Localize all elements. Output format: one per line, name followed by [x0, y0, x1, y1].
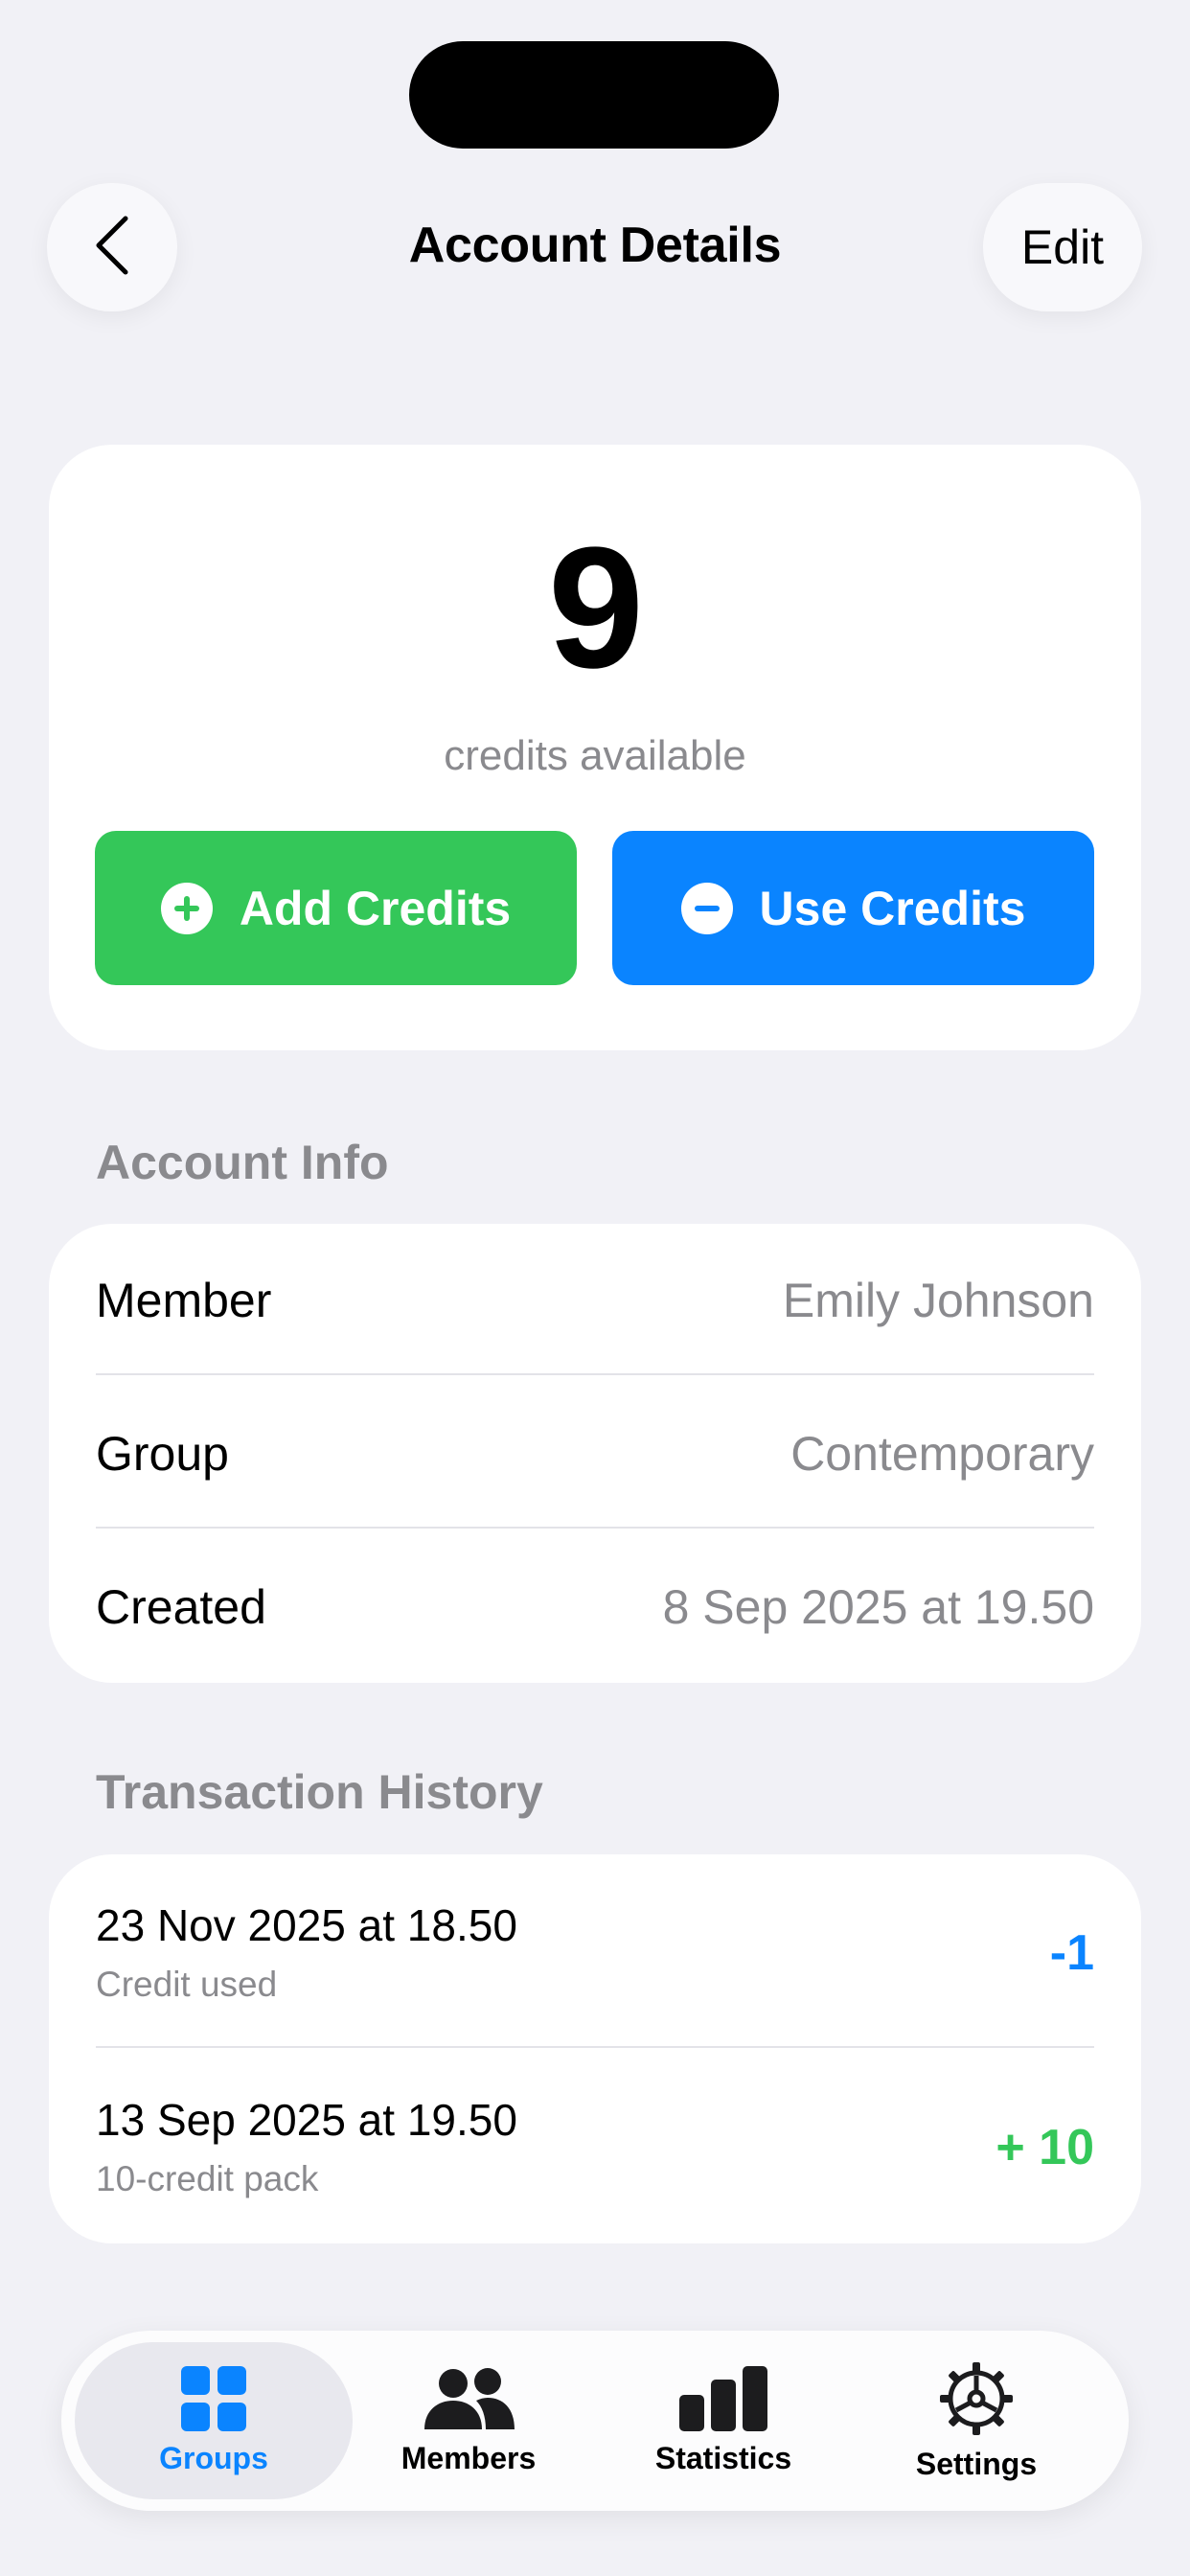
minus-circle-icon: [680, 882, 733, 934]
info-label: Member: [96, 1274, 272, 1327]
dynamic-island: [409, 41, 779, 149]
gear-icon: [938, 2360, 1015, 2437]
tab-groups[interactable]: Groups: [75, 2342, 353, 2499]
transaction-date: 23 Nov 2025 at 18.50: [96, 1900, 517, 1950]
account-details-screen: Account Details Edit 9 credits available…: [0, 0, 1190, 2576]
tab-label: Groups: [159, 2440, 268, 2475]
transaction-description: 10-credit pack: [96, 2159, 319, 2198]
transaction-description: Credit used: [96, 1965, 278, 2004]
info-value: Contemporary: [790, 1427, 1094, 1481]
transaction-date: 13 Sep 2025 at 19.50: [96, 2095, 517, 2145]
tab-label: Members: [400, 2440, 537, 2475]
info-row-group: Group Contemporary: [96, 1377, 1094, 1530]
people-icon: [421, 2366, 516, 2431]
use-credits-button[interactable]: Use Credits: [612, 831, 1094, 985]
transaction-history-header: Transaction History: [96, 1765, 543, 1819]
transaction-row[interactable]: 23 Nov 2025 at 18.50 Credit used -1: [96, 1854, 1094, 2049]
plus-circle-icon: [160, 882, 213, 934]
info-row-member: Member Emily Johnson: [96, 1224, 1094, 1377]
row-divider: [96, 1373, 1094, 1375]
row-divider: [96, 2046, 1094, 2048]
credits-caption: credits available: [444, 732, 746, 779]
tab-bar: Groups Members Statistics Settings: [61, 2331, 1129, 2511]
use-credits-label: Use Credits: [759, 881, 1026, 935]
edit-button[interactable]: Edit: [983, 183, 1142, 311]
transaction-amount: + 10: [995, 2120, 1094, 2175]
info-label: Group: [96, 1427, 229, 1481]
info-value: Emily Johnson: [782, 1274, 1094, 1327]
row-divider: [96, 1527, 1094, 1529]
bar-chart-icon: [679, 2365, 767, 2431]
transaction-amount: -1: [1049, 1925, 1094, 1981]
tab-label: Settings: [915, 2446, 1038, 2481]
info-value: 8 Sep 2025 at 19.50: [662, 1580, 1094, 1634]
account-info-header: Account Info: [96, 1136, 389, 1189]
credits-count: 9: [547, 512, 644, 704]
tab-settings[interactable]: Settings: [837, 2342, 1115, 2499]
info-label: Created: [96, 1580, 266, 1634]
tab-statistics[interactable]: Statistics: [584, 2342, 862, 2499]
tab-label: Statistics: [654, 2440, 792, 2475]
tab-members[interactable]: Members: [330, 2342, 607, 2499]
transaction-row[interactable]: 13 Sep 2025 at 19.50 10-credit pack + 10: [96, 2049, 1094, 2243]
add-credits-label: Add Credits: [239, 881, 512, 935]
info-row-created: Created 8 Sep 2025 at 19.50: [96, 1530, 1094, 1684]
add-credits-button[interactable]: Add Credits: [95, 831, 577, 985]
grid-icon: [181, 2365, 246, 2431]
